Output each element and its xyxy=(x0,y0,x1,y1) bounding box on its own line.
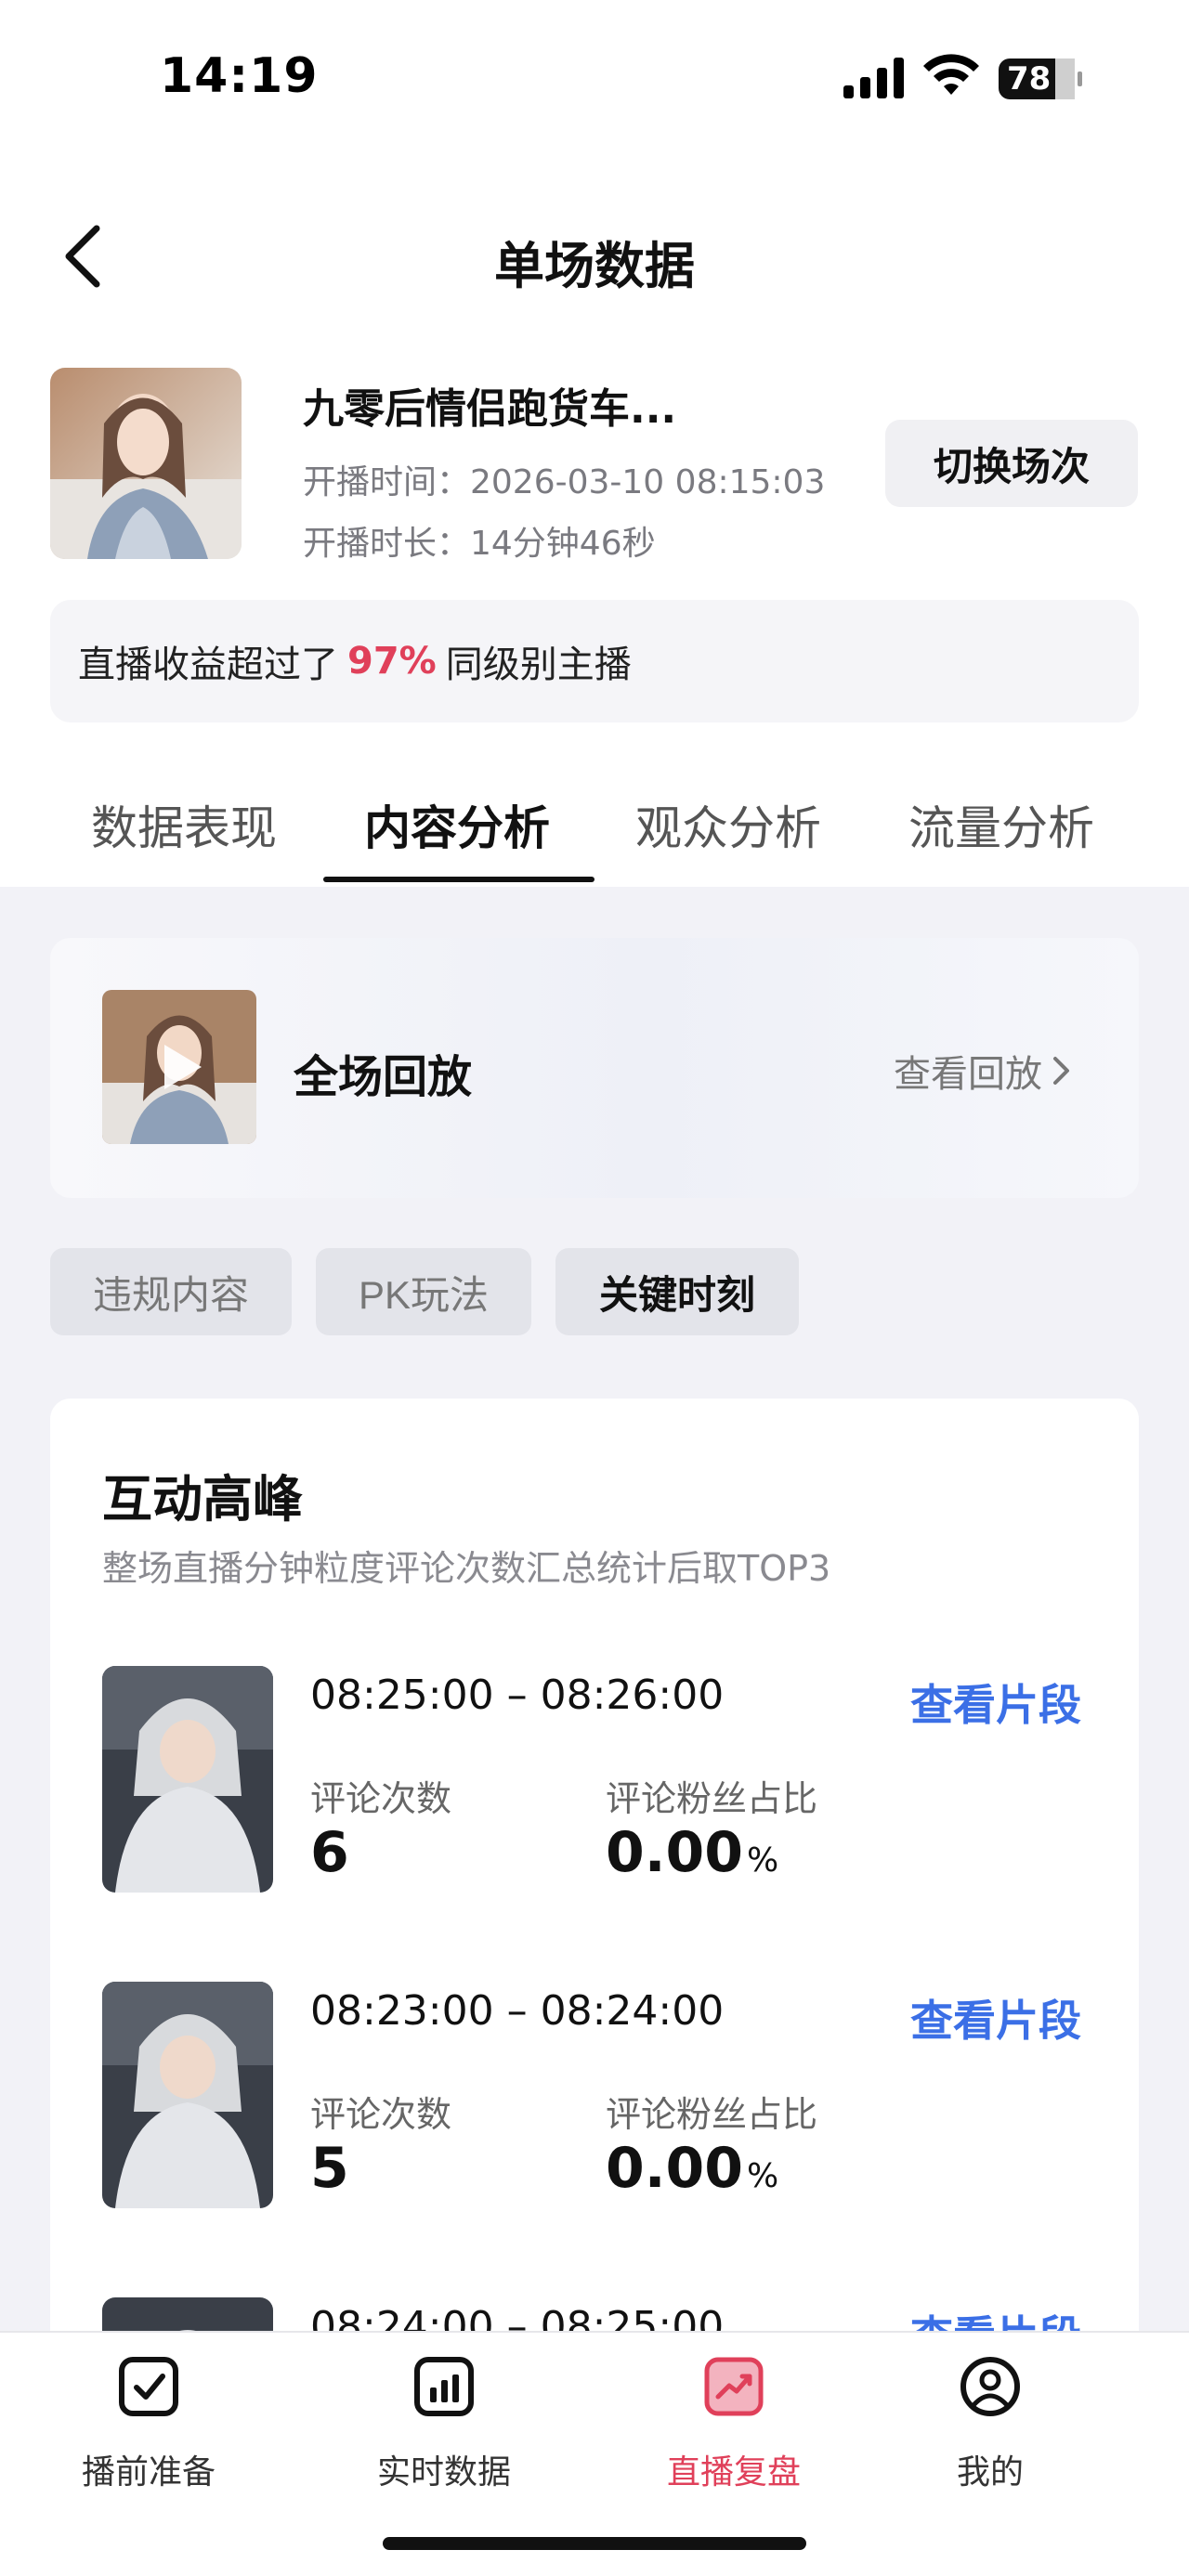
view-playback-link[interactable]: 查看回放 xyxy=(894,1044,1072,1098)
nav-live-review[interactable]: 直播复盘 xyxy=(641,2354,827,2493)
nav-label: 播前准备 xyxy=(81,2453,216,2491)
battery-icon: 78 xyxy=(998,58,1083,100)
fan-ratio: 0.00% xyxy=(606,2136,778,2201)
status-time: 14:19 xyxy=(160,48,319,104)
chip-pk-mode[interactable]: PK玩法 xyxy=(316,1248,531,1335)
peak-subtitle: 整场直播分钟粒度评论次数汇总统计后取TOP3 xyxy=(102,1548,831,1589)
playback-label: 全场回放 xyxy=(294,1051,473,1103)
user-icon xyxy=(960,2357,1020,2416)
home-indicator xyxy=(383,2537,806,2550)
view-playback-label: 查看回放 xyxy=(894,1053,1042,1096)
nav-label: 我的 xyxy=(956,2453,1024,2491)
fan-ratio: 0.00% xyxy=(606,1820,778,1885)
live-start-time: 开播时间：2026-03-10 08:15:03 xyxy=(303,463,826,501)
fan-ratio-unit: % xyxy=(747,1841,779,1880)
earnings-suffix: 同级别主播 xyxy=(445,644,632,686)
checkbox-icon xyxy=(119,2357,178,2416)
fan-ratio-value: 0.00 xyxy=(606,2136,744,2201)
comments-count-value: 6 xyxy=(310,1820,349,1885)
peak-title: 互动高峰 xyxy=(102,1470,303,1529)
nav-profile[interactable]: 我的 xyxy=(897,2354,1083,2493)
earnings-percent: 97% xyxy=(347,640,437,683)
fan-ratio-value: 0.00 xyxy=(606,1820,744,1885)
play-icon xyxy=(164,1045,202,1089)
nav-pre-live[interactable]: 播前准备 xyxy=(56,2354,242,2493)
fan-ratio-label: 评论粉丝占比 xyxy=(606,2094,818,2135)
chevron-right-icon xyxy=(1053,1057,1069,1085)
comments-count-label: 评论次数 xyxy=(310,2094,452,2135)
bar-chart-icon xyxy=(414,2357,474,2416)
tab-data-performance[interactable]: 数据表现 xyxy=(91,791,277,858)
active-tab-indicator xyxy=(323,877,594,882)
fan-ratio-unit: % xyxy=(747,2157,779,2195)
comments-count-label: 评论次数 xyxy=(310,1778,452,1819)
tab-traffic-analysis[interactable]: 流量分析 xyxy=(908,791,1094,858)
live-title: 九零后情侣跑货车... xyxy=(303,385,677,433)
tab-content-analysis[interactable]: 内容分析 xyxy=(364,791,550,858)
tab-audience-analysis[interactable]: 观众分析 xyxy=(635,791,821,858)
chip-violation-content[interactable]: 违规内容 xyxy=(50,1248,292,1335)
switch-session-button[interactable]: 切换场次 xyxy=(885,420,1138,507)
chip-key-moments[interactable]: 关键时刻 xyxy=(555,1248,799,1335)
nav-label: 实时数据 xyxy=(376,2453,511,2491)
trend-chart-icon xyxy=(704,2357,764,2416)
segment-thumbnail[interactable] xyxy=(102,1982,273,2208)
earnings-prefix: 直播收益超过了 xyxy=(78,644,338,686)
comments-count-value: 5 xyxy=(310,2136,349,2201)
fan-ratio-label: 评论粉丝占比 xyxy=(606,1778,818,1819)
nav-realtime-data[interactable]: 实时数据 xyxy=(351,2354,537,2493)
view-clip-link[interactable]: 查看片段 xyxy=(910,1987,1081,2049)
live-duration: 开播时长：14分钟46秒 xyxy=(303,525,656,563)
earnings-banner: 直播收益超过了 97% 同级别主播 xyxy=(50,600,1139,722)
wifi-icon xyxy=(923,54,979,95)
battery-level: 78 xyxy=(1007,60,1052,98)
live-cover-image xyxy=(50,368,242,559)
view-clip-link[interactable]: 查看片段 xyxy=(910,1672,1081,1733)
cellular-signal-icon xyxy=(843,58,904,98)
segment-time-range: 08:25:00 – 08:26:00 xyxy=(310,1672,725,1719)
segment-thumbnail[interactable] xyxy=(102,1666,273,1893)
playback-thumbnail[interactable] xyxy=(102,990,256,1144)
nav-label: 直播复盘 xyxy=(666,2453,801,2491)
page-title: 单场数据 xyxy=(494,237,695,295)
segment-time-range: 08:23:00 – 08:24:00 xyxy=(310,1987,725,2035)
